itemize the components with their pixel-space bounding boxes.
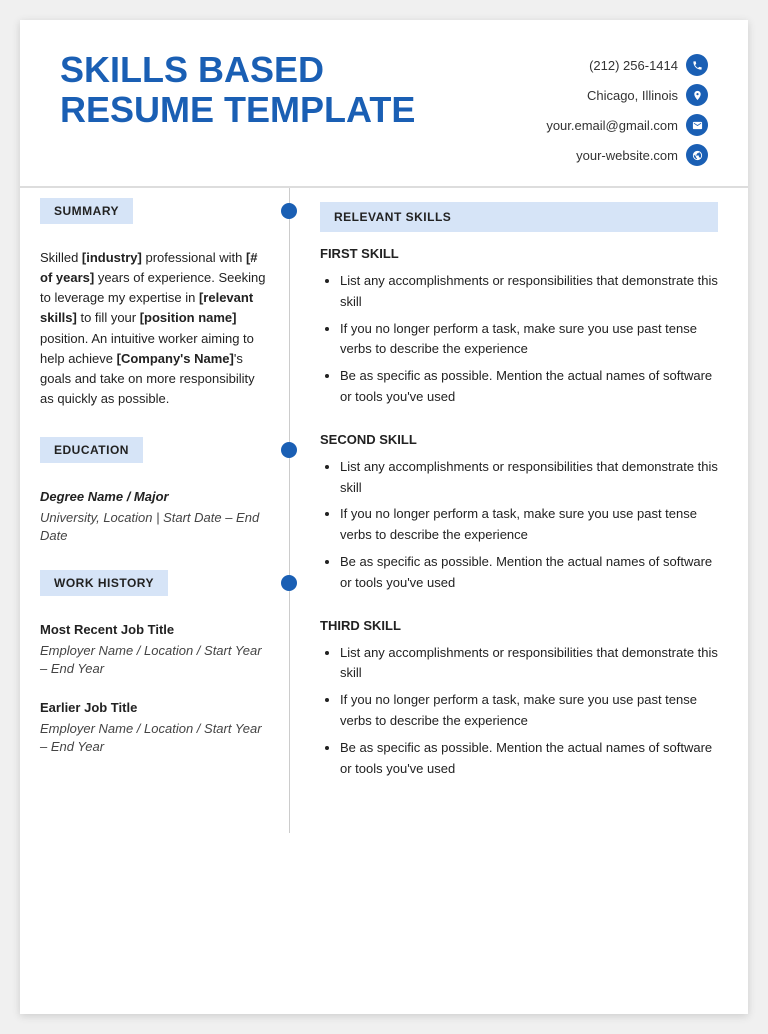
website-contact: your-website.com — [576, 144, 708, 166]
skill-3: THIRD SKILL List any accomplishments or … — [320, 618, 718, 780]
skill-1: FIRST SKILL List any accomplishments or … — [320, 246, 718, 408]
work-history-header-row: WORK HISTORY — [20, 560, 289, 606]
skill-3-bullet-3: Be as specific as possible. Mention the … — [340, 738, 718, 780]
location-contact: Chicago, Illinois — [587, 84, 708, 106]
right-column: RELEVANT SKILLS FIRST SKILL List any acc… — [290, 188, 748, 833]
skill-2-bullet-2: If you no longer perform a task, make su… — [340, 504, 718, 546]
summary-content: Skilled [industry] professional with [# … — [20, 234, 289, 427]
degree-name: Degree Name / Major — [40, 487, 269, 507]
skill-1-title: FIRST SKILL — [320, 246, 718, 261]
header-contact: (212) 256-1414 Chicago, Illinois your.em… — [546, 54, 708, 166]
email-text: your.email@gmail.com — [546, 118, 678, 133]
email-icon — [686, 114, 708, 136]
relevant-skills-header: RELEVANT SKILLS — [320, 202, 718, 232]
skill-1-bullet-3: Be as specific as possible. Mention the … — [340, 366, 718, 408]
education-label: EDUCATION — [40, 437, 143, 463]
title-line2: RESUME TEMPLATE — [60, 90, 415, 130]
phone-icon — [686, 54, 708, 76]
degree-detail: University, Location | Start Date – End … — [40, 509, 269, 545]
website-text: your-website.com — [576, 148, 678, 163]
job-2: Earlier Job Title Employer Name / Locati… — [40, 698, 269, 757]
website-icon — [686, 144, 708, 166]
job-1: Most Recent Job Title Employer Name / Lo… — [40, 620, 269, 679]
job-2-title: Earlier Job Title — [40, 698, 269, 718]
location-text: Chicago, Illinois — [587, 88, 678, 103]
skill-2-bullet-3: Be as specific as possible. Mention the … — [340, 552, 718, 594]
skill-2-list: List any accomplishments or responsibili… — [320, 457, 718, 594]
skill-3-list: List any accomplishments or responsibili… — [320, 643, 718, 780]
summary-label: SUMMARY — [40, 198, 133, 224]
education-header-row: EDUCATION — [20, 427, 289, 473]
header: SKILLS BASED RESUME TEMPLATE (212) 256-1… — [20, 20, 748, 188]
email-contact: your.email@gmail.com — [546, 114, 708, 136]
title-line1: SKILLS BASED — [60, 50, 415, 90]
job-1-title: Most Recent Job Title — [40, 620, 269, 640]
skill-2-title: SECOND SKILL — [320, 432, 718, 447]
skill-3-bullet-2: If you no longer perform a task, make su… — [340, 690, 718, 732]
skill-1-bullet-2: If you no longer perform a task, make su… — [340, 319, 718, 361]
skill-2: SECOND SKILL List any accomplishments or… — [320, 432, 718, 594]
skill-3-title: THIRD SKILL — [320, 618, 718, 633]
summary-dot — [281, 203, 297, 219]
skill-1-list: List any accomplishments or responsibili… — [320, 271, 718, 408]
education-dot — [281, 442, 297, 458]
main-body: SUMMARY Skilled [industry] professional … — [20, 188, 748, 833]
summary-text: Skilled [industry] professional with [# … — [40, 248, 269, 409]
location-icon — [686, 84, 708, 106]
left-column: SUMMARY Skilled [industry] professional … — [20, 188, 290, 833]
work-history-label: WORK HISTORY — [40, 570, 168, 596]
skill-1-bullet-1: List any accomplishments or responsibili… — [340, 271, 718, 313]
work-history-content: Most Recent Job Title Employer Name / Lo… — [20, 606, 289, 791]
summary-header-row: SUMMARY — [20, 188, 289, 234]
skill-2-bullet-1: List any accomplishments or responsibili… — [340, 457, 718, 499]
header-title: SKILLS BASED RESUME TEMPLATE — [60, 50, 415, 129]
job-1-detail: Employer Name / Location / Start Year– E… — [40, 642, 269, 678]
phone-contact: (212) 256-1414 — [589, 54, 708, 76]
resume-page: SKILLS BASED RESUME TEMPLATE (212) 256-1… — [20, 20, 748, 1014]
education-content: Degree Name / Major University, Location… — [20, 473, 289, 560]
phone-text: (212) 256-1414 — [589, 58, 678, 73]
skill-3-bullet-1: List any accomplishments or responsibili… — [340, 643, 718, 685]
work-history-dot — [281, 575, 297, 591]
job-2-detail: Employer Name / Location / Start Year– E… — [40, 720, 269, 756]
